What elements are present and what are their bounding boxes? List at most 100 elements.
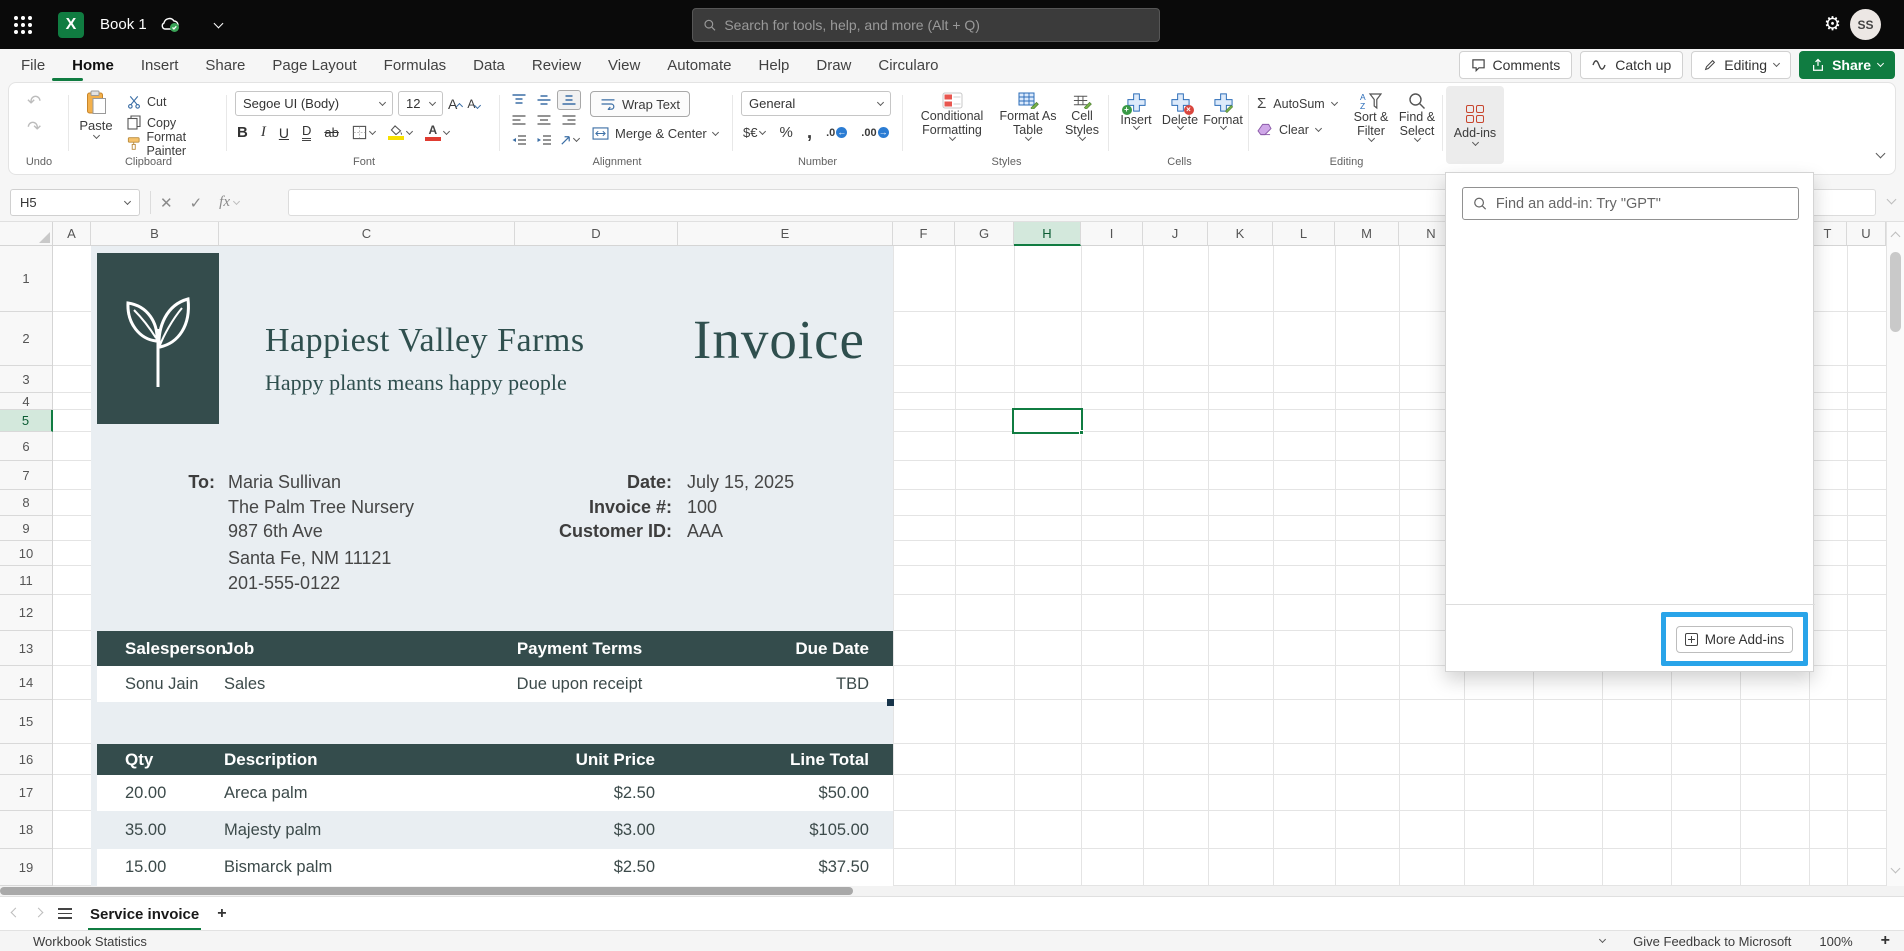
menu-data[interactable]: Data	[473, 57, 505, 74]
menu-automate[interactable]: Automate	[667, 57, 731, 74]
wrap-text-button[interactable]: Wrap Text	[590, 91, 690, 117]
conditional-formatting-button[interactable]: Conditional Formatting	[913, 92, 991, 140]
column-header-B[interactable]: B	[91, 222, 219, 245]
column-header-H[interactable]: H	[1014, 222, 1081, 246]
menu-draw[interactable]: Draw	[816, 57, 851, 74]
column-header-J[interactable]: J	[1143, 222, 1208, 245]
column-header-A[interactable]: A	[53, 222, 91, 245]
font-color-dropdown[interactable]: A	[425, 124, 449, 141]
row-header-9[interactable]: 9	[0, 516, 52, 541]
row-header-18[interactable]: 18	[0, 811, 52, 849]
menu-circularo[interactable]: Circularo	[878, 57, 938, 74]
more-addins-button[interactable]: More Add-ins	[1676, 626, 1793, 653]
fill-color-dropdown[interactable]	[388, 125, 412, 140]
menu-file[interactable]: File	[21, 57, 45, 74]
document-title[interactable]: Book 1	[100, 16, 147, 33]
comma-format-icon[interactable]: ,	[807, 127, 812, 138]
row-header-7[interactable]: 7	[0, 461, 52, 490]
column-header-U[interactable]: U	[1847, 222, 1886, 245]
excel-logo-icon[interactable]: X	[58, 12, 84, 38]
comments-button[interactable]: Comments	[1459, 51, 1573, 79]
row-header-4[interactable]: 4	[0, 393, 52, 410]
row-header-11[interactable]: 11	[0, 566, 52, 595]
enter-icon[interactable]: ✓	[190, 194, 203, 212]
font-family-select[interactable]: Segoe UI (Body)	[235, 91, 393, 116]
name-box[interactable]: H5	[10, 189, 140, 216]
all-sheets-icon[interactable]	[58, 908, 72, 919]
menu-help[interactable]: Help	[759, 57, 790, 74]
align-middle-icon[interactable]	[536, 93, 552, 107]
currency-format-dropdown[interactable]: $€	[743, 125, 765, 140]
row-header-19[interactable]: 19	[0, 849, 52, 886]
format-cells-button[interactable]: Format	[1201, 92, 1245, 129]
ribbon-collapse-icon[interactable]	[1876, 149, 1886, 159]
increase-decimal-icon[interactable]: .0←	[826, 127, 847, 139]
strikethrough-icon[interactable]: ab	[324, 125, 338, 140]
horizontal-scrollbar[interactable]	[0, 886, 1904, 896]
line-item-row[interactable]: 15.00 Bismarck palm $2.50 $37.50	[97, 849, 893, 886]
double-underline-icon[interactable]: D	[302, 124, 311, 141]
insert-cells-button[interactable]: + Insert	[1115, 92, 1157, 129]
column-header-C[interactable]: C	[219, 222, 515, 245]
menu-review[interactable]: Review	[532, 57, 581, 74]
row-header-12[interactable]: 12	[0, 595, 52, 631]
app-launcher-icon[interactable]	[14, 16, 32, 34]
column-header-D[interactable]: D	[515, 222, 678, 245]
horizontal-scroll-thumb[interactable]	[0, 887, 853, 895]
addins-button[interactable]: Add-ins	[1446, 86, 1504, 164]
settings-gear-icon[interactable]: ⚙	[1824, 13, 1841, 36]
share-button[interactable]: Share	[1799, 51, 1895, 79]
column-header-M[interactable]: M	[1335, 222, 1399, 245]
align-top-icon[interactable]	[511, 93, 527, 107]
fill-handle[interactable]	[1079, 430, 1084, 435]
vertical-scrollbar[interactable]	[1886, 222, 1904, 886]
number-format-select[interactable]: General	[741, 91, 891, 116]
column-header-I[interactable]: I	[1081, 222, 1143, 245]
align-left-icon[interactable]	[511, 114, 527, 126]
decrease-indent-icon[interactable]	[511, 134, 527, 146]
increase-indent-icon[interactable]	[536, 134, 552, 146]
new-sheet-icon[interactable]: +	[217, 905, 226, 923]
percent-format-icon[interactable]: %	[779, 124, 792, 141]
table-resize-handle[interactable]	[887, 699, 894, 706]
undo-icon[interactable]: ↶	[27, 92, 41, 112]
font-size-select[interactable]: 12	[398, 91, 443, 116]
menu-page-layout[interactable]: Page Layout	[272, 57, 356, 74]
column-header-K[interactable]: K	[1208, 222, 1273, 245]
align-bottom-icon[interactable]	[557, 90, 581, 110]
merge-center-button[interactable]: Merge & Center	[592, 126, 718, 141]
row-header-6[interactable]: 6	[0, 432, 52, 461]
align-right-icon[interactable]	[561, 114, 577, 126]
clear-button[interactable]: Clear	[1257, 120, 1321, 139]
row-header-3[interactable]: 3	[0, 366, 52, 393]
menu-insert[interactable]: Insert	[141, 57, 179, 74]
sheet-tab-active[interactable]: Service invoice	[88, 901, 201, 931]
delete-cells-button[interactable]: × Delete	[1159, 92, 1201, 129]
zoom-in-icon[interactable]: +	[1881, 932, 1890, 950]
row-header-2[interactable]: 2	[0, 312, 52, 366]
top-search-box[interactable]	[692, 8, 1160, 42]
row-header-8[interactable]: 8	[0, 490, 52, 516]
column-header-G[interactable]: G	[955, 222, 1014, 245]
scroll-down-icon[interactable]	[1891, 864, 1901, 874]
row-header-5[interactable]: 5	[0, 410, 53, 432]
underline-icon[interactable]: U	[279, 125, 289, 141]
editing-mode-button[interactable]: Editing	[1691, 51, 1791, 79]
cancel-icon[interactable]: ✕	[160, 194, 173, 212]
line-item-row[interactable]: 20.00 Areca palm $2.50 $50.00	[97, 775, 893, 811]
title-dropdown-icon[interactable]	[213, 18, 223, 28]
column-header-F[interactable]: F	[893, 222, 955, 245]
format-as-table-button[interactable]: Format As Table	[997, 92, 1059, 140]
redo-icon[interactable]: ↷	[27, 118, 41, 138]
increase-font-size-icon[interactable]: A	[448, 96, 462, 112]
cut-button[interactable]: Cut	[127, 92, 226, 111]
feedback-link[interactable]: Give Feedback to Microsoft	[1633, 934, 1791, 949]
find-select-button[interactable]: Find & Select	[1395, 92, 1439, 141]
workbook-statistics[interactable]: Workbook Statistics	[33, 934, 147, 949]
cell-styles-button[interactable]: Cell Styles	[1059, 92, 1105, 140]
column-header-E[interactable]: E	[678, 222, 893, 245]
line-item-row[interactable]: 35.00 Majesty palm $3.00 $105.00	[97, 811, 893, 849]
italic-icon[interactable]: I	[261, 124, 266, 141]
salesperson-table-row[interactable]: Sonu Jain Sales Due upon receipt TBD	[97, 666, 893, 702]
catch-up-button[interactable]: Catch up	[1580, 51, 1683, 79]
